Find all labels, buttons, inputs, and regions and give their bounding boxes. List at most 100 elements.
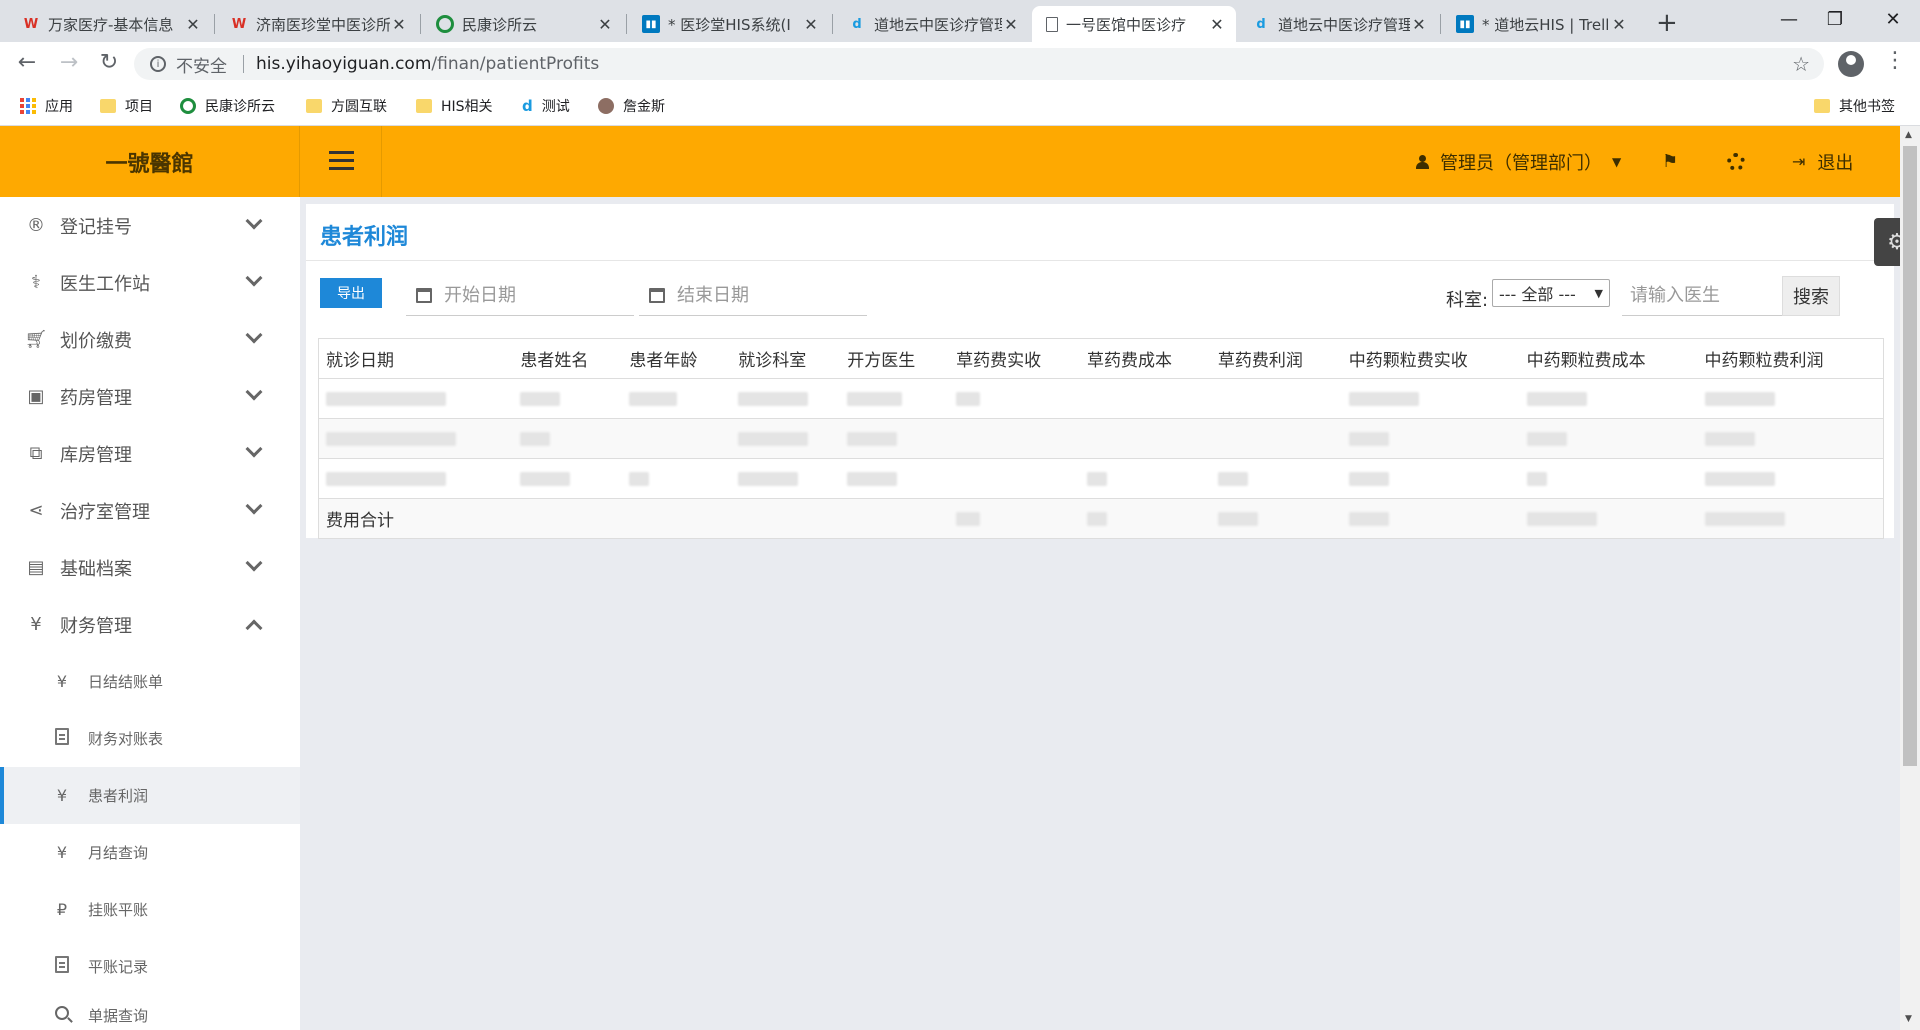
green-circle-icon xyxy=(180,98,196,114)
start-date-input[interactable] xyxy=(444,285,624,306)
column-header[interactable]: 患者姓名 xyxy=(513,338,623,379)
sidebar-subitem-settlement-records[interactable]: 平账记录 xyxy=(0,938,300,995)
column-header[interactable]: 草药费实收 xyxy=(949,338,1081,379)
browser-tab[interactable]: ▮▮ * 道地云HIS | Trello ✕ xyxy=(1442,6,1638,42)
ruble-icon: ₽ xyxy=(56,900,68,919)
page-scrollbar[interactable]: ▲ ▼ xyxy=(1900,126,1920,1030)
start-date-field[interactable] xyxy=(406,276,634,316)
redacted-cell xyxy=(1210,378,1342,419)
tab-divider xyxy=(420,14,421,34)
end-date-input[interactable] xyxy=(677,285,857,306)
column-header[interactable]: 中药颗粒费实收 xyxy=(1341,338,1520,379)
scroll-up-arrow-icon[interactable]: ▲ xyxy=(1905,130,1912,140)
close-tab-icon[interactable]: ✕ xyxy=(1610,15,1628,34)
bookmark-link[interactable]: 詹金斯 xyxy=(598,96,665,116)
column-header[interactable]: 开方医生 xyxy=(840,338,950,379)
column-header[interactable]: 草药费利润 xyxy=(1210,338,1342,379)
flag-icon[interactable]: ⚑ xyxy=(1662,126,1678,197)
sidebar-item-treatment-room[interactable]: ⋖ 治疗室管理 xyxy=(0,482,300,539)
close-tab-icon[interactable]: ✕ xyxy=(802,15,820,34)
column-header[interactable]: 中药颗粒费利润 xyxy=(1697,338,1884,379)
sidebar-item-warehouse[interactable]: ⧉ 库房管理 xyxy=(0,425,300,482)
column-header[interactable]: 患者年龄 xyxy=(622,338,732,379)
other-bookmarks[interactable]: 其他书签 xyxy=(1814,96,1895,116)
redacted-cell xyxy=(949,458,1081,499)
close-tab-icon[interactable]: ✕ xyxy=(1410,15,1428,34)
menu-toggle-button[interactable] xyxy=(300,126,382,197)
doctor-input[interactable] xyxy=(1622,276,1782,316)
browser-tab[interactable]: ▮▮ * 医珍堂HIS系统(I ✕ xyxy=(628,6,830,42)
trello-icon: ▮▮ xyxy=(1456,15,1474,33)
brand-logo[interactable]: 一號醫館 xyxy=(0,126,300,197)
redacted-cell xyxy=(1080,418,1211,459)
bookmark-folder[interactable]: HIS相关 xyxy=(416,96,493,116)
browser-menu-icon[interactable]: ⋮ xyxy=(1884,48,1906,73)
sidebar-item-doctor-station[interactable]: ⚕ 医生工作站 xyxy=(0,254,300,311)
calendar-icon xyxy=(416,288,432,303)
bookmark-apps[interactable]: 应用 xyxy=(20,96,73,116)
sidebar-subitem-document-query[interactable]: 单据查询 xyxy=(0,993,300,1030)
column-header[interactable]: 就诊日期 xyxy=(318,338,514,379)
sidebar-subitem-reconciliation[interactable]: 财务对账表 xyxy=(0,710,300,767)
minimize-button[interactable]: — xyxy=(1766,4,1812,34)
table-row[interactable] xyxy=(318,458,1884,499)
green-circle-icon xyxy=(436,15,454,33)
restore-button[interactable]: ❐ xyxy=(1812,4,1858,34)
help-icon[interactable] xyxy=(1727,126,1745,197)
browser-tab[interactable]: d 道地云中医诊疗管理 ✕ xyxy=(834,6,1030,42)
sidebar-subitem-daily-statement[interactable]: ¥ 日结结账单 xyxy=(0,653,300,710)
dept-select[interactable]: --- 全部 --- ▼ xyxy=(1492,279,1610,307)
redacted-cell xyxy=(622,418,732,459)
url-bar[interactable]: i 不安全 his.yihaoyiguan.com /finan/patient… xyxy=(134,48,1824,80)
table-row[interactable] xyxy=(318,418,1884,459)
browser-tab[interactable]: W 济南医珍堂中医诊所 ✕ xyxy=(216,6,418,42)
apps-grid-icon xyxy=(20,98,36,114)
profile-avatar-icon[interactable] xyxy=(1838,51,1864,77)
bookmark-folder[interactable]: 方圆互联 xyxy=(306,96,387,116)
select-arrow-icon: ▼ xyxy=(1594,286,1603,300)
sidebar-item-archives[interactable]: ▤ 基础档案 xyxy=(0,539,300,596)
bookmark-link[interactable]: 民康诊所云 xyxy=(180,96,275,116)
close-tab-icon[interactable]: ✕ xyxy=(184,15,202,34)
sidebar-item-pharmacy[interactable]: ▣ 药房管理 xyxy=(0,368,300,425)
sidebar-subitem-monthly-query[interactable]: ¥ 月结查询 xyxy=(0,824,300,881)
logout-button[interactable]: ⇥ 退出 xyxy=(1792,126,1853,197)
browser-tab[interactable]: d 道地云中医诊疗管理 ✕ xyxy=(1238,6,1438,42)
column-header[interactable]: 中药颗粒费成本 xyxy=(1519,338,1698,379)
column-header[interactable]: 就诊科室 xyxy=(731,338,841,379)
close-window-button[interactable]: ✕ xyxy=(1870,4,1916,34)
export-button[interactable]: 导出 xyxy=(320,278,382,308)
redacted-cell xyxy=(1519,378,1698,419)
close-tab-icon[interactable]: ✕ xyxy=(596,15,614,34)
close-tab-icon[interactable]: ✕ xyxy=(1208,15,1226,34)
close-tab-icon[interactable]: ✕ xyxy=(390,15,408,34)
bookmark-folder[interactable]: 项目 xyxy=(100,96,153,116)
redacted-cell xyxy=(1210,458,1342,499)
forward-button[interactable]: → xyxy=(54,50,84,75)
wps-w-icon: W xyxy=(231,16,247,32)
sidebar-subitem-patient-profits[interactable]: ¥ 患者利润 xyxy=(0,767,300,824)
browser-tab[interactable]: 民康诊所云 ✕ xyxy=(422,6,624,42)
divider xyxy=(306,260,1894,261)
reload-button[interactable]: ↻ xyxy=(94,50,124,75)
browser-tab-active[interactable]: 一号医馆中医诊疗 ✕ xyxy=(1032,6,1236,42)
sidebar-item-finance[interactable]: ¥ 财务管理 xyxy=(0,596,300,653)
scrollbar-thumb[interactable] xyxy=(1903,146,1917,766)
scroll-down-arrow-icon[interactable]: ▼ xyxy=(1905,1014,1912,1024)
end-date-field[interactable] xyxy=(639,276,867,316)
search-button[interactable]: 搜索 xyxy=(1782,276,1840,316)
table-row[interactable] xyxy=(318,378,1884,419)
user-dropdown[interactable]: 管理员（管理部门） ▼ xyxy=(1416,126,1621,197)
info-icon[interactable]: i xyxy=(150,56,166,72)
back-button[interactable]: ← xyxy=(12,50,42,75)
column-header[interactable]: 草药费成本 xyxy=(1080,338,1211,379)
bookmark-star-icon[interactable]: ☆ xyxy=(1792,52,1810,76)
bookmark-link[interactable]: d 测试 xyxy=(522,96,570,116)
new-tab-button[interactable]: + xyxy=(1656,8,1678,38)
chevron-up-icon xyxy=(245,619,263,637)
close-tab-icon[interactable]: ✕ xyxy=(1002,15,1020,34)
sidebar-item-billing[interactable]: 🛒︎ 划价缴费 xyxy=(0,311,300,368)
browser-tab[interactable]: W 万家医疗-基本信息 ✕ xyxy=(8,6,212,42)
sidebar-subitem-credit-settlement[interactable]: ₽ 挂账平账 xyxy=(0,881,300,938)
sidebar-item-registration[interactable]: ® 登记挂号 xyxy=(0,197,300,254)
